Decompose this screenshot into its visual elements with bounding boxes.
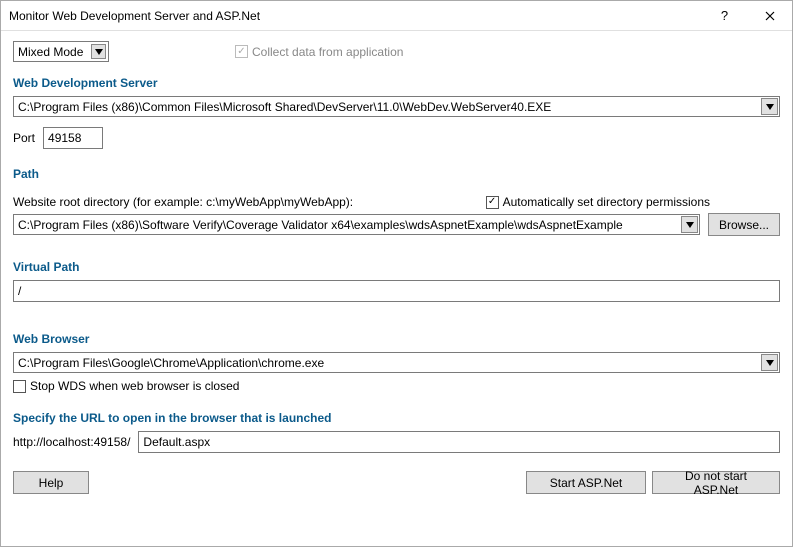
checkbox-icon: ✓	[235, 45, 248, 58]
mode-select-value: Mixed Mode	[18, 45, 83, 59]
mode-select[interactable]: Mixed Mode	[13, 41, 109, 62]
help-button[interactable]: Help	[13, 471, 89, 494]
url-header: Specify the URL to open in the browser t…	[13, 411, 780, 425]
chevron-down-icon	[91, 44, 106, 59]
auto-perms-label: Automatically set directory permissions	[503, 195, 710, 209]
window-title: Monitor Web Development Server and ASP.N…	[9, 9, 702, 23]
stop-wds-checkbox[interactable]: Stop WDS when web browser is closed	[13, 379, 239, 393]
browser-path-combo[interactable]: C:\Program Files\Google\Chrome\Applicati…	[13, 352, 780, 373]
browse-button[interactable]: Browse...	[708, 213, 780, 236]
stop-wds-label: Stop WDS when web browser is closed	[30, 379, 239, 393]
root-dir-value: C:\Program Files (x86)\Software Verify\C…	[18, 218, 623, 232]
close-icon[interactable]	[747, 1, 792, 31]
do-not-start-button[interactable]: Do not start ASP.Net	[652, 471, 780, 494]
browser-path-value: C:\Program Files\Google\Chrome\Applicati…	[18, 356, 324, 370]
wds-path-value: C:\Program Files (x86)\Common Files\Micr…	[18, 100, 551, 114]
help-icon[interactable]: ?	[702, 1, 747, 31]
checkbox-icon	[13, 380, 26, 393]
root-dir-label: Website root directory (for example: c:\…	[13, 195, 353, 209]
wds-path-combo[interactable]: C:\Program Files (x86)\Common Files\Micr…	[13, 96, 780, 117]
port-label: Port	[13, 131, 35, 145]
url-prefix: http://localhost:49158/	[13, 435, 130, 449]
collect-data-label: Collect data from application	[252, 45, 403, 59]
virtual-path-input[interactable]	[13, 280, 780, 302]
root-dir-combo[interactable]: C:\Program Files (x86)\Software Verify\C…	[13, 214, 700, 235]
collect-data-checkbox: ✓ Collect data from application	[235, 45, 403, 59]
checkbox-icon: ✓	[486, 196, 499, 209]
start-button[interactable]: Start ASP.Net	[526, 471, 646, 494]
chevron-down-icon	[761, 98, 778, 115]
chevron-down-icon	[681, 216, 698, 233]
chevron-down-icon	[761, 354, 778, 371]
titlebar: Monitor Web Development Server and ASP.N…	[1, 1, 792, 31]
url-input[interactable]	[138, 431, 780, 453]
auto-perms-checkbox[interactable]: ✓ Automatically set directory permission…	[486, 195, 710, 209]
path-header: Path	[13, 167, 780, 181]
port-input[interactable]	[43, 127, 103, 149]
wds-header: Web Development Server	[13, 76, 780, 90]
virtual-path-header: Virtual Path	[13, 260, 780, 274]
browser-header: Web Browser	[13, 332, 780, 346]
